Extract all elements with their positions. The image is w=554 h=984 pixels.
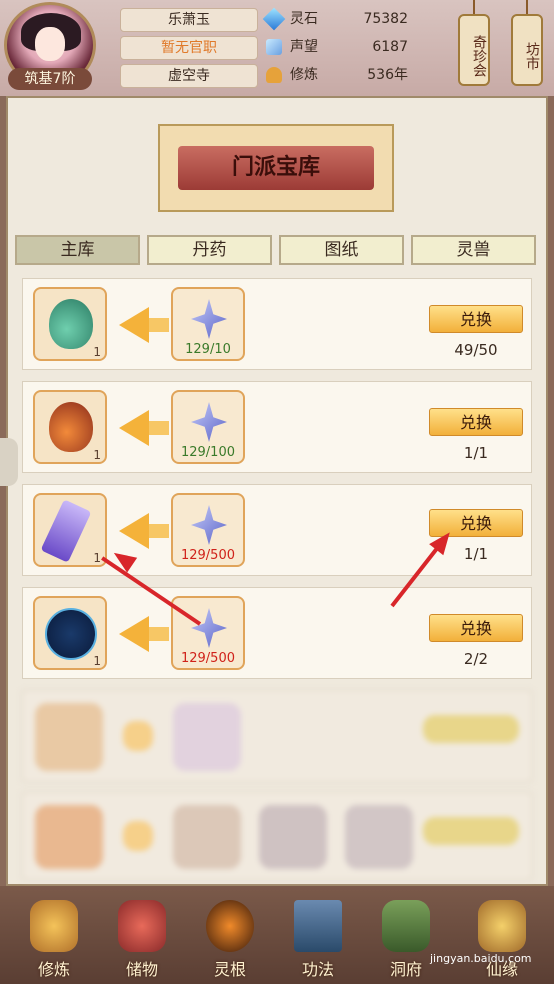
spirit-crystal-icon — [191, 608, 227, 648]
side-pull-tab[interactable] — [0, 438, 18, 486]
tab-spirit-beasts[interactable]: 灵兽 — [411, 235, 536, 265]
stat-cultivation: 修炼 536年 — [266, 64, 408, 86]
item-count: 1 — [93, 448, 101, 462]
market-button[interactable]: 坊市 — [511, 14, 543, 86]
stat-value: 6187 — [372, 39, 408, 55]
stat-value: 536年 — [367, 67, 408, 83]
cost-item-slot[interactable]: 129/100 — [171, 390, 245, 464]
list-item: 1 129/10 兑换 49/50 — [22, 278, 532, 370]
exchange-button[interactable]: 兑换 — [429, 408, 523, 436]
reward-item-slot[interactable]: 1 — [33, 493, 107, 567]
cost-item-slot[interactable]: 129/500 — [171, 493, 245, 567]
cave-abode-icon — [382, 900, 430, 952]
reputation-icon — [266, 39, 282, 55]
cost-text: 129/500 — [180, 548, 235, 563]
nav-spirit-root[interactable]: 灵根 — [194, 900, 266, 980]
stat-label: 灵石 — [290, 11, 318, 27]
blurred-list-item — [22, 690, 532, 782]
nav-label: 灵根 — [213, 960, 246, 979]
stat-reputation: 声望 6187 — [266, 36, 408, 58]
cost-text: 129/10 — [185, 342, 231, 357]
hanging-cord — [526, 0, 528, 14]
cost-text: 129/100 — [180, 445, 235, 460]
exchange-limit: 49/50 — [454, 341, 498, 359]
cost-item-slot[interactable]: 129/10 — [171, 287, 245, 361]
spirit-root-icon — [206, 900, 254, 952]
spirit-crystal-icon — [191, 402, 227, 442]
stat-spirit-stone: 灵石 75382 — [262, 7, 408, 31]
cost-item-slot[interactable]: 129/500 — [171, 596, 245, 670]
jade-gourd-icon — [49, 299, 93, 349]
nav-label: 储物 — [125, 960, 158, 979]
player-rank: 筑基7阶 — [8, 68, 92, 90]
nav-label: 功法 — [301, 960, 334, 979]
avatar-face — [35, 27, 65, 61]
list-item: 1 129/500 兑换 2/2 — [22, 587, 532, 679]
player-name: 乐萧玉 — [120, 8, 258, 32]
reward-item-slot[interactable]: 1 — [33, 287, 107, 361]
nav-techniques[interactable]: 功法 — [282, 900, 354, 980]
blurred-list-item — [22, 792, 532, 880]
player-sect: 虚空寺 — [120, 64, 258, 88]
exchange-arrow-icon — [119, 307, 149, 343]
exchange-arrow-icon — [119, 410, 149, 446]
title-banner: 门派宝库 — [158, 124, 394, 212]
scroll-talisman-icon — [40, 499, 92, 563]
fortune-gourd-icon — [478, 900, 526, 952]
player-title: 暂无官职 — [120, 36, 258, 60]
exchange-limit: 2/2 — [463, 650, 489, 668]
cultivation-icon — [266, 67, 282, 83]
tab-pills[interactable]: 丹药 — [147, 235, 272, 265]
technique-book-icon — [294, 900, 342, 952]
hanging-cord — [473, 0, 475, 14]
tab-main[interactable]: 主库 — [15, 235, 140, 265]
stat-value: 75382 — [363, 11, 408, 27]
nav-storage[interactable]: 储物 — [106, 900, 178, 980]
item-count: 1 — [93, 551, 101, 565]
nav-cave-abode[interactable]: 洞府 — [370, 900, 442, 980]
watermark: jingyan.baidu.com — [430, 952, 532, 965]
exchange-arrow-icon — [119, 513, 149, 549]
nav-fortune[interactable]: 仙缘 — [466, 900, 538, 980]
list-item: 1 129/500 兑换 1/1 — [22, 484, 532, 576]
rare-auction-button[interactable]: 奇珍会 — [458, 14, 490, 86]
item-count: 1 — [93, 345, 101, 359]
nav-label: 修炼 — [37, 960, 70, 979]
page-title: 门派宝库 — [178, 146, 374, 190]
spirit-crystal-icon — [191, 505, 227, 545]
exchange-button[interactable]: 兑换 — [429, 614, 523, 642]
reward-item-slot[interactable]: 1 — [33, 390, 107, 464]
nav-cultivate[interactable]: 修炼 — [18, 900, 90, 980]
stat-label: 声望 — [290, 39, 318, 55]
list-item: 1 129/100 兑换 1/1 — [22, 381, 532, 473]
star-disk-icon — [45, 608, 97, 660]
red-gourd-icon — [49, 402, 93, 452]
cost-text: 129/500 — [180, 651, 235, 666]
reward-item-slot[interactable]: 1 — [33, 596, 107, 670]
spirit-stone-icon — [262, 7, 286, 31]
exchange-button[interactable]: 兑换 — [429, 305, 523, 333]
cultivate-icon — [30, 900, 78, 952]
item-count: 1 — [93, 654, 101, 668]
spirit-crystal-icon — [191, 299, 227, 339]
storage-bag-icon — [118, 900, 166, 952]
stat-label: 修炼 — [290, 67, 318, 83]
tab-blueprints[interactable]: 图纸 — [279, 235, 404, 265]
exchange-arrow-icon — [119, 616, 149, 652]
exchange-limit: 1/1 — [463, 444, 489, 462]
